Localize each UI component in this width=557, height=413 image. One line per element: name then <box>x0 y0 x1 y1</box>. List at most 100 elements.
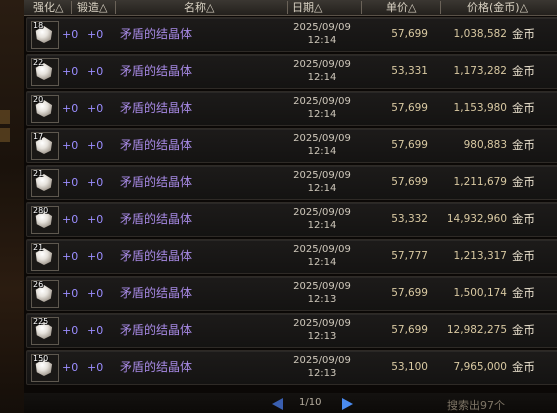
forge-value: +0 <box>87 139 104 152</box>
item-slot[interactable]: 17 <box>31 132 59 160</box>
enhance-value: +0 <box>62 361 79 374</box>
item-name[interactable]: 矛盾的结晶体 <box>120 277 192 310</box>
table-header: 强化△ 锻造△ 名称△ 日期△ 单价△ 价格(金币)△ <box>24 0 557 16</box>
unit-price: 57,699 <box>391 176 428 188</box>
item-slot[interactable]: 22 <box>31 58 59 86</box>
unit-price: 53,332 <box>391 213 428 225</box>
header-date[interactable]: 日期△ <box>292 0 322 15</box>
table-row[interactable]: 225 +0 +0 矛盾的结晶体 2025/09/09 12:13 57,699 … <box>26 313 557 348</box>
search-result-count: 搜索出97个 <box>447 399 505 412</box>
table-row[interactable]: 280 +0 +0 矛盾的结晶体 2025/09/09 12:14 53,332 … <box>26 202 557 237</box>
total-price: 14,932,960 <box>446 213 507 225</box>
next-page-arrow-icon[interactable] <box>342 398 353 410</box>
currency-label: 金币 <box>512 138 535 152</box>
date-text: 2025/09/09 <box>293 281 351 292</box>
header-separator <box>440 1 441 14</box>
unit-price: 57,699 <box>391 287 428 299</box>
listing-date: 2025/09/09 12:14 <box>282 95 362 121</box>
listing-date: 2025/09/09 12:14 <box>282 58 362 84</box>
enhance-value: +0 <box>62 250 79 263</box>
forge-value: +0 <box>87 102 104 115</box>
table-row[interactable]: 20 +0 +0 矛盾的结晶体 2025/09/09 12:14 57,699 1… <box>26 91 557 126</box>
date-text: 2025/09/09 <box>293 133 351 144</box>
date-text: 2025/09/09 <box>293 170 351 181</box>
table-row[interactable]: 22 +0 +0 矛盾的结晶体 2025/09/09 12:14 53,331 1… <box>26 54 557 89</box>
time-text: 12:13 <box>307 368 337 379</box>
header-price[interactable]: 价格(金币)△ <box>467 0 528 15</box>
date-text: 2025/09/09 <box>293 244 351 255</box>
item-slot[interactable]: 280 <box>31 206 59 234</box>
item-quantity: 20 <box>33 95 44 104</box>
prev-page-arrow-icon[interactable] <box>272 398 283 410</box>
date-text: 2025/09/09 <box>293 355 351 366</box>
currency-label: 金币 <box>512 360 535 374</box>
item-quantity: 17 <box>33 132 44 141</box>
item-name[interactable]: 矛盾的结晶体 <box>120 351 192 384</box>
total-price: 980,883 <box>463 139 507 151</box>
item-quantity: 26 <box>33 280 44 289</box>
item-name[interactable]: 矛盾的结晶体 <box>120 203 192 236</box>
unit-price: 57,777 <box>391 250 428 262</box>
currency-label: 金币 <box>512 323 535 337</box>
item-name[interactable]: 矛盾的结晶体 <box>120 240 192 273</box>
item-slot[interactable]: 150 <box>31 354 59 382</box>
table-row[interactable]: 150 +0 +0 矛盾的结晶体 2025/09/09 12:13 53,100 … <box>26 350 557 385</box>
date-text: 2025/09/09 <box>293 207 351 218</box>
header-name[interactable]: 名称△ <box>184 0 214 15</box>
time-text: 12:14 <box>307 72 337 83</box>
table-row[interactable]: 26 +0 +0 矛盾的结晶体 2025/09/09 12:13 57,699 1… <box>26 276 557 311</box>
table-row[interactable]: 21 +0 +0 矛盾的结晶体 2025/09/09 12:14 57,777 1… <box>26 239 557 274</box>
item-slot[interactable]: 20 <box>31 95 59 123</box>
time-text: 12:13 <box>307 331 337 342</box>
total-price: 1,038,582 <box>453 28 507 40</box>
header-separator <box>361 1 362 14</box>
unit-price: 57,699 <box>391 28 428 40</box>
total-price: 1,211,679 <box>453 176 507 188</box>
item-name[interactable]: 矛盾的结晶体 <box>120 92 192 125</box>
total-price: 12,982,275 <box>446 324 507 336</box>
listing-date: 2025/09/09 12:14 <box>282 132 362 158</box>
pagination-bar: 1/10 搜索出97个 <box>24 393 557 413</box>
header-forge[interactable]: 锻造△ <box>77 0 107 15</box>
item-name[interactable]: 矛盾的结晶体 <box>120 129 192 162</box>
item-slot[interactable]: 21 <box>31 243 59 271</box>
forge-value: +0 <box>87 65 104 78</box>
forge-value: +0 <box>87 250 104 263</box>
enhance-value: +0 <box>62 176 79 189</box>
date-text: 2025/09/09 <box>293 59 351 70</box>
currency-label: 金币 <box>512 27 535 41</box>
item-name[interactable]: 矛盾的结晶体 <box>120 314 192 347</box>
enhance-value: +0 <box>62 213 79 226</box>
item-name[interactable]: 矛盾的结晶体 <box>120 18 192 51</box>
table-row[interactable]: 21 +0 +0 矛盾的结晶体 2025/09/09 12:14 57,699 1… <box>26 165 557 200</box>
forge-value: +0 <box>87 287 104 300</box>
currency-label: 金币 <box>512 249 535 263</box>
total-price: 7,965,000 <box>453 361 507 373</box>
item-slot[interactable]: 18 <box>31 21 59 49</box>
page-indicator: 1/10 <box>299 397 322 408</box>
header-enhance[interactable]: 强化△ <box>33 0 63 15</box>
forge-value: +0 <box>87 324 104 337</box>
item-quantity: 150 <box>33 354 49 363</box>
unit-price: 57,699 <box>391 324 428 336</box>
item-name[interactable]: 矛盾的结晶体 <box>120 166 192 199</box>
table-row[interactable]: 17 +0 +0 矛盾的结晶体 2025/09/09 12:14 57,699 9… <box>26 128 557 163</box>
enhance-value: +0 <box>62 65 79 78</box>
item-quantity: 21 <box>33 243 44 252</box>
time-text: 12:14 <box>307 35 337 46</box>
total-price: 1,213,317 <box>453 250 507 262</box>
item-slot[interactable]: 225 <box>31 317 59 345</box>
currency-label: 金币 <box>512 212 535 226</box>
unit-price: 53,331 <box>391 65 428 77</box>
header-unit-price[interactable]: 单价△ <box>386 0 416 15</box>
item-name[interactable]: 矛盾的结晶体 <box>120 55 192 88</box>
enhance-value: +0 <box>62 28 79 41</box>
left-background-panel <box>0 0 24 413</box>
item-slot[interactable]: 21 <box>31 169 59 197</box>
time-text: 12:14 <box>307 257 337 268</box>
date-text: 2025/09/09 <box>293 96 351 107</box>
table-row[interactable]: 18 +0 +0 矛盾的结晶体 2025/09/09 12:14 57,699 1… <box>26 17 557 52</box>
item-slot[interactable]: 26 <box>31 280 59 308</box>
header-separator <box>115 1 116 14</box>
currency-label: 金币 <box>512 175 535 189</box>
